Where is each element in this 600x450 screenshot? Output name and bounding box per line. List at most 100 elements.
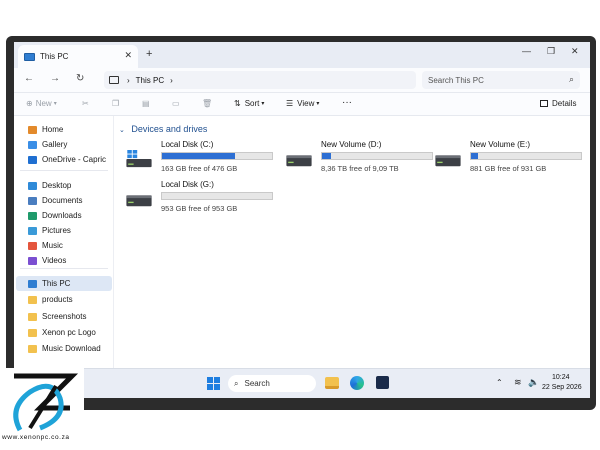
hard-drive-icon [435,155,461,167]
start-icon[interactable] [207,377,220,390]
sidebar-item-documents[interactable]: Documents [16,193,112,208]
paste-icon[interactable]: ▤ [142,99,150,108]
taskbar-search[interactable]: ⌕ Search [228,375,316,392]
tab-this-pc[interactable]: This PC ✕ [18,45,138,68]
sidebar-item-label: Pictures [42,226,71,235]
drive-free-space: 953 GB free of 953 GB [161,204,238,213]
command-bar: ⊕ New ▾ ✂ ❐ ▤ ▭ 🗑 ⇅ Sort ▾ ☰ View ▾ ··· … [14,92,590,116]
sidebar-item-label: OneDrive - Capric [42,155,107,164]
drive-e[interactable]: New Volume (E:) 881 GB free of 931 GB [434,140,584,180]
drive-usage-bar [161,192,273,200]
sidebar-item-videos[interactable]: Videos [16,253,112,268]
volume-icon[interactable]: 🔈 [528,377,539,388]
new-tab-button[interactable]: + [146,48,152,60]
details-pane-icon [540,100,548,107]
search-icon: ⌕ [234,378,239,388]
sidebar-item-this-pc[interactable]: This PC [16,276,112,291]
clock-date[interactable]: 22 Sep 2026 [542,384,582,391]
sidebar-item-label: Downloads [42,211,82,220]
taskbar: ⌕ Search ⌃ ≋ 🔈 10:24 22 Sep 2026 [14,368,590,398]
delete-icon[interactable]: 🗑 [202,99,212,108]
sidebar-item-label: Music [42,241,63,250]
sidebar-item-label: Home [42,125,64,134]
more-options-button[interactable]: ··· [342,97,352,108]
chevron-up-icon[interactable]: ⌃ [496,378,503,387]
drive-usage-bar [470,152,582,160]
drive-c[interactable]: Local Disk (C:) 163 GB free of 476 GB [125,140,275,180]
sidebar-item-gallery[interactable]: Gallery [16,137,112,152]
drives-view: ⌄ Devices and drives Local Disk (C:) 163 … [115,116,590,368]
chevron-down-icon: ⌄ [119,127,125,134]
details-button[interactable]: Details [540,99,576,108]
drive-d[interactable]: New Volume (D:) 8,36 TB free of 9,09 TB [285,140,435,180]
drive-name: New Volume (E:) [470,140,531,149]
sidebar-item-music[interactable]: Music [16,238,112,253]
sidebar-item-onedrive-capric[interactable]: OneDrive - Capric [16,152,112,167]
new-button[interactable]: ⊕ New ▾ [26,99,57,108]
sidebar-item-music-download[interactable]: Music Download [16,341,112,356]
drive-name: New Volume (D:) [321,140,382,149]
search-box[interactable]: Search This PC ⌕ [422,71,580,89]
music-download-icon [28,344,37,353]
sidebar-item-screenshots[interactable]: Screenshots [16,309,112,324]
drive-usage-fill [162,153,235,159]
store-icon[interactable] [376,376,389,389]
breadcrumb-this-pc[interactable]: This PC [136,76,164,85]
address-bar[interactable]: › This PC › [104,71,416,89]
sort-icon: ⇅ [234,99,241,108]
xenon-pc-logo-icon [28,328,37,337]
drive-free-space: 163 GB free of 476 GB [161,164,238,173]
copy-icon[interactable]: ❐ [112,99,119,108]
forward-button[interactable]: → [50,73,60,84]
drive-usage-fill [471,153,478,159]
details-label: Details [552,99,577,108]
xenon-logo-icon [13,373,79,432]
close-button[interactable]: ✕ [571,46,579,57]
gallery-icon [28,140,37,149]
drive-g[interactable]: Local Disk (G:) 953 GB free of 953 GB [125,180,275,220]
sidebar-item-label: Gallery [42,140,68,149]
sidebar-item-downloads[interactable]: Downloads [16,208,112,223]
drive-free-space: 881 GB free of 931 GB [470,164,547,173]
refresh-button[interactable]: ↻ [76,73,84,84]
sidebar-item-label: Videos [42,256,67,265]
hard-drive-icon [286,155,312,167]
xenon-pc-logo: www.xenonpc.co.za [0,368,84,450]
sidebar-item-label: This PC [42,279,71,288]
sidebar-item-home[interactable]: Home [16,122,112,137]
sidebar-item-desktop[interactable]: Desktop [16,178,112,193]
sidebar-item-label: Xenon pc Logo [42,328,96,337]
cut-icon[interactable]: ✂ [82,99,89,108]
drive-name: Local Disk (G:) [161,180,214,189]
windows-drive-icon [126,150,152,168]
sidebar-item-pictures[interactable]: Pictures [16,223,112,238]
documents-icon [28,196,37,205]
view-button[interactable]: ☰ View ▾ [286,99,319,108]
sort-label: Sort [244,99,260,108]
group-header[interactable]: ⌄ Devices and drives [119,124,207,134]
products-icon [28,295,37,304]
view-icon: ☰ [286,99,294,108]
file-explorer-icon[interactable] [325,377,339,389]
sort-button[interactable]: ⇅ Sort ▾ [234,99,264,108]
sidebar-item-products[interactable]: products [16,292,112,307]
search-input[interactable]: Search This PC [428,76,484,85]
brand-url: www.xenonpc.co.za [2,434,70,441]
clock-time[interactable]: 10:24 [552,374,570,381]
sidebar-item-xenon-pc-logo[interactable]: Xenon pc Logo [16,325,112,340]
sidebar-item-label: Desktop [42,181,72,190]
edge-icon[interactable] [350,376,364,390]
back-button[interactable]: ← [24,73,34,84]
rename-icon[interactable]: ▭ [172,99,180,108]
tab-close-icon[interactable]: ✕ [124,50,132,61]
wifi-icon[interactable]: ≋ [514,377,522,388]
navigation-bar: ← → ↻ › This PC › Search This PC ⌕ [14,68,590,92]
minimize-button[interactable]: — [522,46,531,56]
drive-free-space: 8,36 TB free of 9,09 TB [321,164,399,173]
downloads-icon [28,211,37,220]
drive-usage-bar [161,152,273,160]
maximize-button[interactable]: ❐ [547,46,555,57]
sidebar-item-label: Documents [42,196,83,205]
hard-drive-icon [126,195,152,207]
content-area: Home Gallery OneDrive - Capric Desktop Docum… [14,116,590,368]
